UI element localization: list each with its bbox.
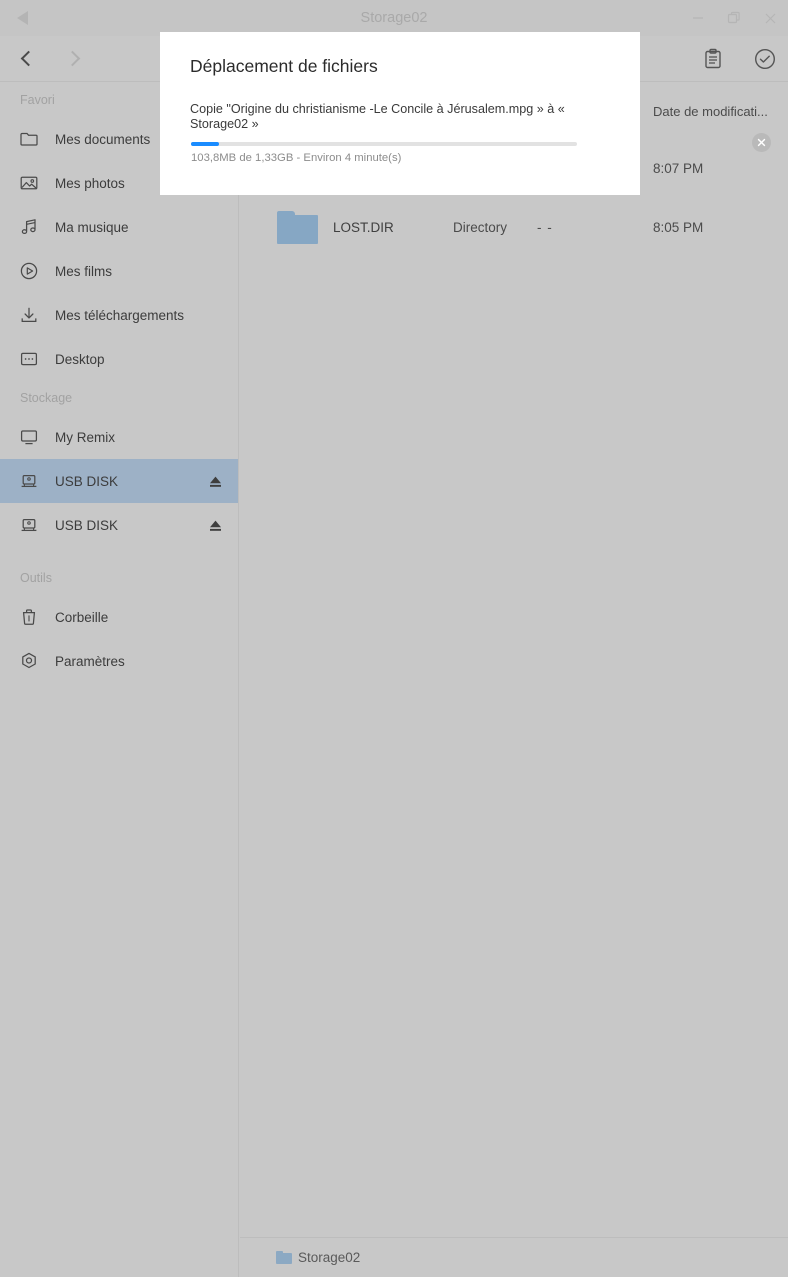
sidebar-item-desktop[interactable]: Desktop bbox=[0, 337, 238, 381]
usb-drive-icon bbox=[16, 512, 42, 538]
desktop-icon bbox=[16, 346, 42, 372]
status-bar: Storage02 bbox=[240, 1237, 788, 1277]
download-icon bbox=[16, 302, 42, 328]
folder-icon bbox=[276, 1251, 292, 1264]
sidebar-item-parametres[interactable]: Paramètres bbox=[0, 639, 238, 683]
sidebar-item-mes-films[interactable]: Mes films bbox=[0, 249, 238, 293]
file-type: Directory bbox=[453, 219, 508, 235]
table-row[interactable]: LOST.DIR Directory - - 8:05 PM bbox=[240, 197, 788, 257]
cancel-transfer-button[interactable] bbox=[752, 133, 771, 152]
dialog-message: Copie "Origine du christianisme -Le Conc… bbox=[190, 102, 565, 131]
monitor-icon bbox=[16, 424, 42, 450]
restore-icon bbox=[727, 11, 740, 24]
window-title: Storage02 bbox=[360, 10, 428, 26]
dialog-cancel-row bbox=[160, 133, 771, 152]
image-icon bbox=[16, 170, 42, 196]
transfer-status-text: 103,8MB de 1,33GB - Environ 4 minute(s) bbox=[191, 152, 402, 164]
sidebar-item-label: My Remix bbox=[55, 429, 115, 445]
sidebar: Favori Mes documents Mes photos Ma musiq… bbox=[0, 83, 239, 1277]
sidebar-item-label: USB DISK bbox=[55, 517, 119, 533]
settings-icon bbox=[16, 648, 42, 674]
sidebar-item-label: Mes films bbox=[55, 263, 112, 279]
sidebar-item-label: Ma musique bbox=[55, 219, 129, 235]
minimize-button[interactable] bbox=[680, 0, 716, 36]
trash-icon bbox=[16, 604, 42, 630]
column-header-date: Date de modificati... bbox=[653, 103, 768, 119]
music-note-icon bbox=[16, 214, 42, 240]
file-manager-window: Storage02 Favori Mes documents Mes photo… bbox=[0, 0, 788, 1277]
sidebar-item-label: USB DISK bbox=[55, 473, 119, 489]
close-circle-icon bbox=[757, 138, 766, 147]
folder-icon bbox=[16, 126, 42, 152]
clipboard-icon bbox=[705, 48, 721, 69]
sidebar-item-label: Paramètres bbox=[55, 653, 125, 669]
usb-drive-icon bbox=[16, 468, 42, 494]
nav-forward-button[interactable] bbox=[50, 36, 94, 82]
sidebar-item-ma-musique[interactable]: Ma musique bbox=[0, 205, 238, 249]
file-move-dialog: Déplacement de fichiers Copie "Origine d… bbox=[160, 32, 771, 195]
check-circle-icon bbox=[754, 48, 776, 70]
sidebar-item-label: Mes téléchargements bbox=[55, 307, 185, 323]
chevron-left-icon bbox=[20, 50, 36, 67]
chevron-right-icon bbox=[64, 50, 80, 67]
sidebar-item-label: Mes photos bbox=[55, 175, 125, 191]
restore-button[interactable] bbox=[716, 0, 752, 36]
sidebar-item-label: Corbeille bbox=[55, 609, 109, 625]
file-date: 8:07 PM bbox=[653, 160, 704, 176]
select-mode-button[interactable] bbox=[748, 42, 782, 76]
close-icon bbox=[765, 13, 775, 23]
sidebar-item-usb-disk-2[interactable]: USB DISK bbox=[0, 503, 238, 547]
file-name: LOST.DIR bbox=[333, 219, 394, 235]
sidebar-item-usb-disk-1[interactable]: USB DISK bbox=[0, 459, 238, 503]
file-size: - - bbox=[537, 219, 553, 235]
file-list-pane: Date de modificati... 8:07 PM LOST.DIR D… bbox=[240, 83, 788, 1277]
sidebar-item-corbeille[interactable]: Corbeille bbox=[0, 595, 238, 639]
breadcrumb: Storage02 bbox=[298, 1250, 361, 1265]
clipboard-button[interactable] bbox=[696, 42, 730, 76]
sidebar-item-my-remix[interactable]: My Remix bbox=[0, 415, 238, 459]
play-circle-icon bbox=[16, 258, 42, 284]
sidebar-item-label: Desktop bbox=[55, 351, 105, 367]
sidebar-item-label: Mes documents bbox=[55, 131, 151, 147]
eject-icon[interactable] bbox=[206, 516, 224, 534]
minimize-icon bbox=[693, 17, 703, 19]
sidebar-item-mes-telechargements[interactable]: Mes téléchargements bbox=[0, 293, 238, 337]
window-controls bbox=[680, 0, 788, 36]
eject-icon[interactable] bbox=[206, 472, 224, 490]
dialog-title: Déplacement de fichiers bbox=[190, 56, 378, 76]
toolbar-actions bbox=[696, 36, 782, 82]
sidebar-section-stockage: Stockage bbox=[20, 391, 73, 405]
folder-icon bbox=[277, 210, 318, 244]
title-bar: Storage02 bbox=[0, 0, 788, 36]
nav-back-button[interactable] bbox=[6, 36, 50, 82]
close-button[interactable] bbox=[752, 0, 788, 36]
file-date: 8:05 PM bbox=[653, 219, 704, 235]
sidebar-section-outils: Outils bbox=[20, 571, 52, 585]
